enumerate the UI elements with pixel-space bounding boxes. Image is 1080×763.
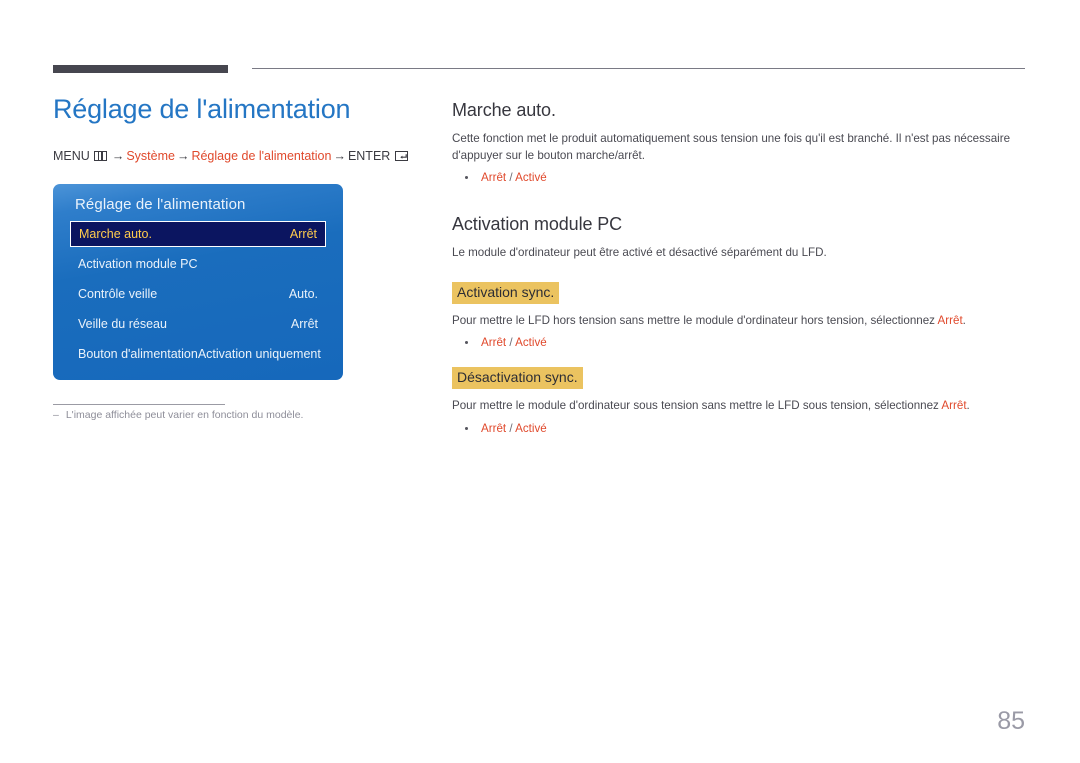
- breadcrumb-item-systeme[interactable]: Système: [126, 149, 175, 163]
- page-title: Réglage de l'alimentation: [53, 94, 351, 124]
- breadcrumb-enter-label: ENTER: [347, 149, 391, 163]
- subheading-wrapper-activation-sync: Activation sync.: [452, 281, 1025, 304]
- osd-row-list: Marche auto. Arrêt Activation module PC …: [53, 221, 343, 366]
- breadcrumb-arrow-1: →: [111, 149, 125, 163]
- footnote-divider: [53, 404, 225, 405]
- breadcrumb: MENU → Système → Réglage de l'alimentation → E…: [53, 148, 423, 164]
- header-rules: [0, 0, 1080, 80]
- paragraph-accent-value: Arrêt: [941, 399, 967, 412]
- osd-row-value: Activation uniquement: [197, 347, 321, 361]
- section-activation-sync: Activation sync. Pour mettre le LFD hors…: [452, 281, 1025, 352]
- osd-title: Réglage de l'alimentation: [75, 196, 246, 213]
- breadcrumb-arrow-3: →: [333, 149, 346, 163]
- option-off: Arrêt: [481, 336, 507, 349]
- left-column: Réglage de l'alimentation MENU → Système → R…: [53, 92, 423, 164]
- paragraph-pre: Pour mettre le module d'ordinateur sous …: [452, 399, 942, 412]
- option-list-activation-sync: Arrêt / Activé: [452, 334, 1025, 351]
- right-column: Marche auto. Cette fonction met le produ…: [452, 98, 1025, 437]
- osd-row-label: Bouton d'alimentation: [78, 347, 198, 361]
- osd-row-value: Arrêt: [290, 317, 318, 331]
- footnote: – L'image affichée peut varier en fonctio…: [53, 407, 303, 423]
- section-heading-marche-auto: Marche auto.: [452, 100, 556, 120]
- option-on: Activé: [515, 336, 547, 349]
- paragraph-post: .: [962, 313, 966, 327]
- footnote-text: L'image affichée peut varier en fonction…: [65, 409, 304, 421]
- paragraph-pre: Pour mettre le LFD hors tension sans met…: [452, 313, 938, 327]
- menu-grid-icon: [93, 151, 107, 161]
- osd-row-label: Contrôle veille: [78, 287, 158, 301]
- list-item: Arrêt / Activé: [452, 169, 1025, 186]
- option-list-marche-auto: Arrêt / Activé: [452, 169, 1025, 186]
- osd-row-activation-module-pc[interactable]: Activation module PC: [70, 252, 326, 276]
- header-thin-rule: [252, 68, 1025, 69]
- section-desactivation-sync: Désactivation sync. Pour mettre le modul…: [452, 367, 1025, 437]
- enter-return-icon: [395, 151, 409, 161]
- osd-row-marche-auto[interactable]: Marche auto. Arrêt: [70, 221, 326, 247]
- osd-row-controle-veille[interactable]: Contrôle veille Auto.: [70, 282, 326, 306]
- section-activation-module-pc: Activation module PC Le module d'ordinat…: [452, 212, 1025, 262]
- option-off: Arrêt: [481, 421, 507, 435]
- list-item: Arrêt / Activé: [452, 334, 1025, 351]
- osd-row-label: Activation module PC: [78, 257, 198, 271]
- option-list-desactivation-sync: Arrêt / Activé: [452, 420, 1025, 437]
- header-thick-rule: [53, 65, 228, 73]
- list-item: Arrêt / Activé: [452, 420, 1025, 437]
- osd-row-bouton-alimentation[interactable]: Bouton d'alimentation Activation uniquem…: [70, 342, 326, 366]
- osd-row-value: Auto.: [288, 287, 318, 301]
- section-paragraph-marche-auto: Cette fonction met le produit automatiqu…: [452, 132, 1011, 162]
- option-on: Activé: [515, 421, 547, 435]
- breadcrumb-menu-label: MENU: [53, 149, 90, 163]
- option-separator: /: [506, 421, 516, 435]
- osd-row-veille-du-reseau[interactable]: Veille du réseau Arrêt: [70, 312, 326, 336]
- paragraph-accent-value: Arrêt: [937, 313, 963, 327]
- paragraph-post: .: [966, 399, 970, 412]
- footnote-dash: –: [53, 409, 59, 421]
- section-paragraph-activation-sync: Pour mettre le LFD hors tension sans met…: [452, 313, 1025, 330]
- breadcrumb-item-reglage-alimentation[interactable]: Réglage de l'alimentation: [191, 149, 331, 163]
- subheading-desactivation-sync: Désactivation sync.: [452, 367, 583, 389]
- option-separator: /: [506, 336, 516, 349]
- option-off: Arrêt: [481, 171, 507, 184]
- osd-row-label: Veille du réseau: [78, 317, 167, 331]
- osd-row-label: Marche auto.: [79, 227, 152, 241]
- subheading-wrapper-desactivation-sync: Désactivation sync.: [452, 367, 1025, 389]
- option-separator: /: [506, 171, 516, 184]
- breadcrumb-arrow-2: →: [176, 149, 190, 163]
- osd-row-value: Arrêt: [289, 227, 317, 241]
- subheading-activation-sync: Activation sync.: [452, 281, 560, 304]
- page-number: 85: [997, 707, 1025, 735]
- section-heading-activation-module-pc: Activation module PC: [452, 214, 623, 234]
- osd-menu-screenshot: Réglage de l'alimentation Marche auto. A…: [53, 184, 343, 380]
- option-on: Activé: [515, 171, 547, 184]
- section-paragraph-activation-module-pc: Le module d'ordinateur peut être activé …: [452, 246, 827, 259]
- section-paragraph-desactivation-sync: Pour mettre le module d'ordinateur sous …: [452, 398, 1025, 415]
